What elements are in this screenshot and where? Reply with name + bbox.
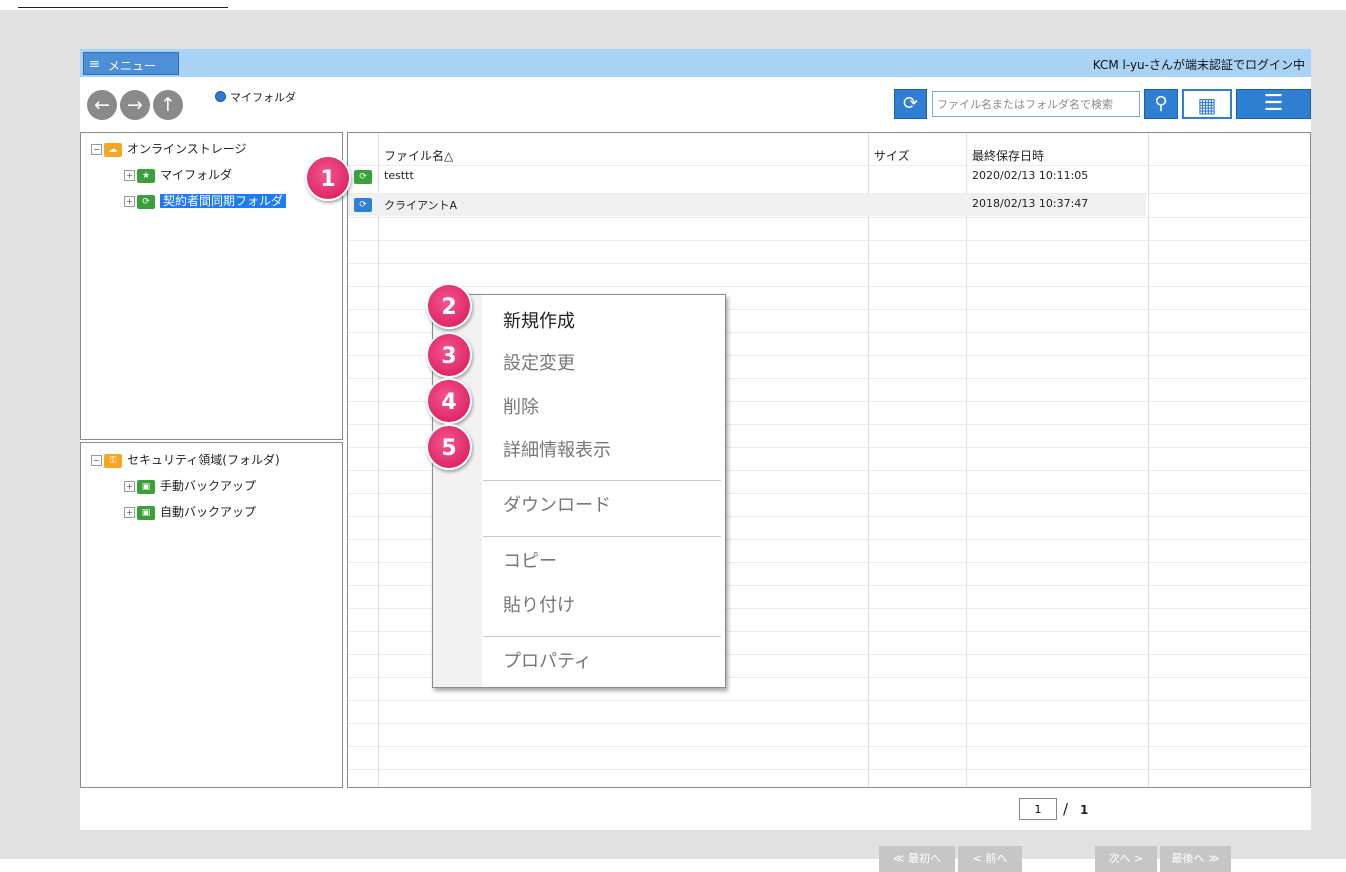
menu-item-paste[interactable]: 貼り付け — [503, 593, 575, 619]
collapse-icon: − — [91, 455, 102, 466]
row-line — [348, 769, 1310, 770]
tree-label: セキュリティ領域(フォルダ) — [127, 453, 280, 467]
last-page-button[interactable]: 最後へ ≫ — [1160, 846, 1231, 872]
lock-folder-icon: ⚿ — [104, 453, 122, 468]
callout-badge-3: 3 — [426, 332, 472, 378]
forward-arrow-icon[interactable]: → — [120, 90, 150, 120]
menu-item-download[interactable]: ダウンロード — [503, 493, 611, 519]
row-line — [348, 165, 1310, 166]
row-line — [348, 263, 1310, 264]
file-name: testtt — [384, 169, 414, 182]
expand-icon: + — [124, 170, 135, 181]
file-date: 2020/02/13 10:11:05 — [972, 169, 1089, 182]
menu-item-properties[interactable]: プロパティ — [503, 649, 592, 675]
tree-label: 手動バックアップ — [160, 479, 257, 493]
up-arrow-icon[interactable]: ↑ — [153, 90, 183, 120]
file-date: 2018/02/13 10:37:47 — [972, 197, 1089, 210]
row-line — [348, 700, 1310, 701]
tree-label: 自動バックアップ — [160, 505, 257, 519]
column-divider — [966, 133, 967, 787]
tree-panel-security: − ⚿ セキュリティ領域(フォルダ) + ▣ 手動バックアップ + ▣ 自動バックアップ — [80, 442, 343, 788]
expand-icon: + — [124, 481, 135, 492]
tree-label: マイフォルダ — [160, 168, 233, 182]
menu-item-delete[interactable]: 削除 — [503, 395, 539, 421]
menu-separator — [483, 536, 721, 537]
expand-icon: + — [124, 196, 135, 207]
collapse-icon: − — [91, 144, 102, 155]
tree-label: 契約者間同期フォルダ — [160, 194, 287, 208]
column-header-name[interactable]: ファイル名△ — [384, 147, 453, 164]
search-input[interactable] — [932, 91, 1140, 117]
column-divider — [1148, 133, 1149, 787]
tree-label: オンラインストレージ — [127, 142, 247, 156]
tree-panel-storage: − ☁ オンラインストレージ + ★ マイフォルダ + ⟳ 契約者間同期フォルダ — [80, 132, 343, 440]
menu-separator — [483, 480, 721, 481]
menu-item-new[interactable]: 新規作成 — [503, 309, 575, 335]
row-line — [348, 193, 1310, 194]
breadcrumb-dot-icon — [215, 91, 226, 102]
back-arrow-icon[interactable]: ← — [87, 90, 117, 120]
table-row[interactable]: ⟳ testtt 2020/02/13 10:11:05 — [348, 166, 1146, 188]
page-separator: / — [1063, 800, 1069, 818]
file-name: クライアントA — [384, 199, 458, 212]
row-line — [348, 240, 1310, 241]
tree-item-manual-backup[interactable]: + ▣ 手動バックアップ — [124, 477, 256, 495]
title-bar: ≡ メニュー KCM l-yu-さんが端末認証でログイン中 — [80, 49, 1311, 77]
callout-badge-4: 4 — [426, 378, 472, 424]
hamburger-icon: ≡ — [89, 57, 100, 72]
login-status: KCM l-yu-さんが端末認証でログイン中 — [1092, 58, 1305, 72]
callout-badge-5: 5 — [426, 424, 472, 470]
tree-item-auto-backup[interactable]: + ▣ 自動バックアップ — [124, 503, 256, 521]
list-view-icon[interactable]: ☰ — [1236, 89, 1311, 119]
breadcrumb[interactable]: マイフォルダ — [215, 89, 296, 105]
tree-root-online-storage[interactable]: − ☁ オンラインストレージ — [91, 140, 247, 158]
prev-page-button[interactable]: < 前へ — [958, 846, 1022, 872]
sync-folder-icon: ⟳ — [137, 194, 155, 209]
backup-folder-icon: ▣ — [137, 479, 155, 494]
grid-view-icon[interactable]: ▦ — [1182, 89, 1232, 119]
backup-folder-icon: ▣ — [137, 505, 155, 520]
menu-item-details[interactable]: 詳細情報表示 — [503, 438, 611, 464]
refresh-icon[interactable]: ⟳ — [894, 89, 927, 119]
column-header-size[interactable]: サイズ — [874, 147, 910, 164]
menu-label: メニュー — [108, 59, 157, 73]
table-row[interactable]: ⟳ クライアントA 2018/02/13 10:37:47 — [348, 194, 1146, 216]
row-line — [348, 746, 1310, 747]
sync-folder-icon: ⟳ — [354, 170, 372, 184]
row-line — [348, 286, 1310, 287]
sync-folder-icon: ⟳ — [354, 198, 372, 212]
breadcrumb-label: マイフォルダ — [230, 91, 296, 104]
callout-badge-2: 2 — [426, 283, 472, 329]
column-divider — [378, 133, 379, 787]
callout-badge-1: 1 — [305, 155, 351, 201]
search-icon[interactable]: ⚲ — [1144, 89, 1178, 119]
column-divider — [868, 133, 869, 787]
menu-item-copy[interactable]: コピー — [503, 549, 557, 575]
menu-item-change-settings[interactable]: 設定変更 — [503, 351, 575, 377]
first-page-button[interactable]: ≪ 最初へ — [879, 846, 955, 872]
top-rule — [18, 7, 228, 8]
page-number-input[interactable] — [1019, 798, 1057, 820]
total-pages: 1 — [1080, 803, 1089, 817]
row-line — [348, 217, 1310, 218]
column-header-date[interactable]: 最終保存日時 — [972, 147, 1044, 164]
menu-separator — [483, 636, 721, 637]
tree-root-security[interactable]: − ⚿ セキュリティ領域(フォルダ) — [91, 451, 280, 469]
cloud-folder-icon: ☁ — [104, 142, 122, 157]
tree-item-sync-folder[interactable]: + ⟳ 契約者間同期フォルダ — [124, 192, 287, 210]
next-page-button[interactable]: 次へ > — [1095, 846, 1157, 872]
tree-item-my-folder[interactable]: + ★ マイフォルダ — [124, 166, 232, 184]
menu-button[interactable]: ≡ メニュー — [83, 52, 179, 75]
context-menu: 新規作成 設定変更 削除 詳細情報表示 ダウンロード コピー 貼り付け プロパテ… — [432, 294, 726, 688]
expand-icon: + — [124, 507, 135, 518]
row-line — [348, 723, 1310, 724]
star-folder-icon: ★ — [137, 168, 155, 183]
